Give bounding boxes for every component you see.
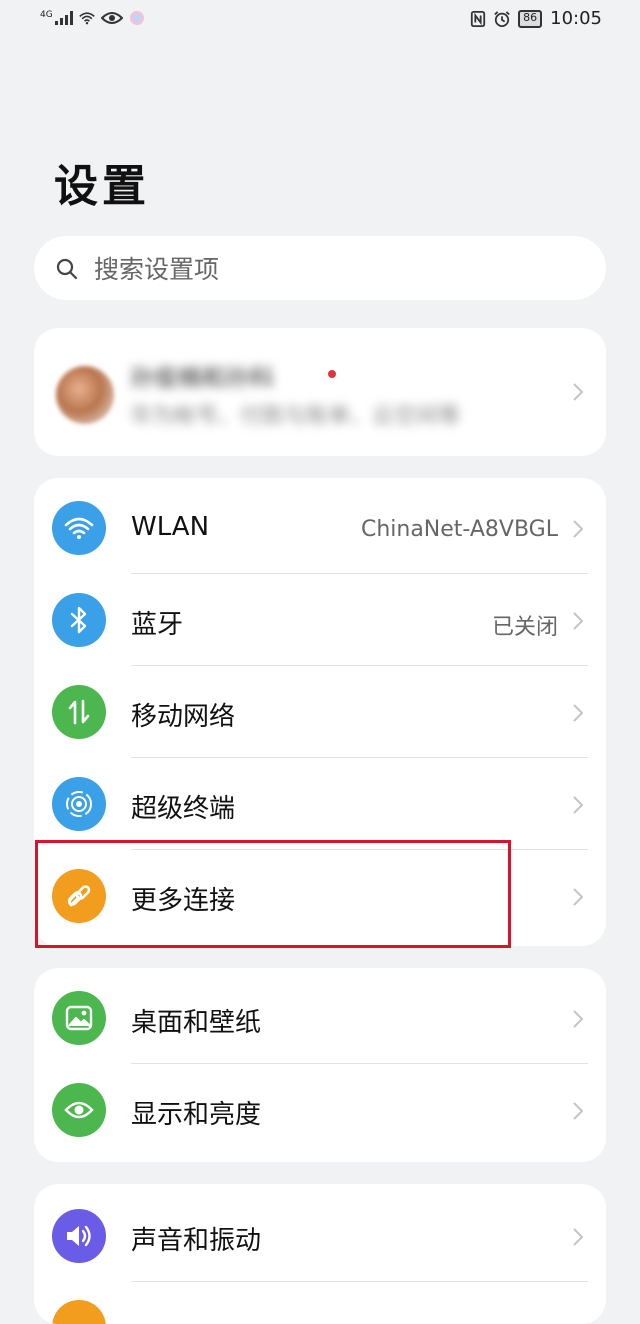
chevron-right-icon: [573, 704, 584, 722]
row-label: 蓝牙: [131, 610, 184, 640]
highlight-box: [35, 840, 511, 948]
chevron-right-icon: [573, 612, 584, 630]
row-value: ChinaNet-A8VBGL: [360, 517, 558, 542]
network-type: 4G: [40, 10, 53, 20]
settings-row-display[interactable]: 显示和亮度: [34, 1064, 606, 1156]
wallpaper-icon: [52, 991, 106, 1045]
super-device-icon: [52, 777, 106, 831]
wifi-icon: [52, 501, 106, 555]
chevron-right-icon: [573, 383, 584, 401]
chevron-right-icon: [573, 520, 584, 538]
nfc-icon: [471, 10, 486, 27]
row-label: 移动网络: [131, 702, 236, 732]
divider: [131, 1281, 588, 1282]
eye-comfort-icon: [100, 12, 123, 24]
battery-indicator: 86: [518, 9, 543, 28]
search-bar[interactable]: [34, 236, 606, 300]
chevron-right-icon: [573, 1010, 584, 1028]
search-input[interactable]: [92, 248, 576, 290]
alarm-icon: [494, 10, 510, 27]
app-notification-icon: [129, 11, 144, 25]
chevron-right-icon: [573, 796, 584, 814]
avatar: [56, 366, 114, 424]
row-label: 桌面和壁纸: [131, 1008, 262, 1038]
display-card: 桌面和壁纸 显示和亮度: [34, 968, 606, 1162]
settings-row-mobile-network[interactable]: 移动网络: [34, 666, 606, 758]
row-label: WLAN: [131, 512, 210, 542]
settings-row-super-device[interactable]: 超级终端: [34, 758, 606, 850]
search-icon: [56, 258, 78, 280]
row-value: 已关闭: [491, 615, 558, 640]
account-card[interactable]: 孙俊楠和孙科 华为帐号、付款与账单、云空间等: [34, 328, 606, 456]
status-right: 86 10:05: [470, 8, 602, 29]
chevron-right-icon: [573, 1102, 584, 1120]
next-item-icon: [52, 1300, 106, 1324]
settings-row-wlan[interactable]: WLAN ChinaNet-A8VBGL: [34, 482, 606, 574]
chevron-right-icon: [573, 1228, 584, 1246]
mobile-data-icon: [52, 685, 106, 739]
eye-icon: [52, 1083, 106, 1137]
account-name: 孙俊楠和孙科: [130, 364, 274, 392]
notification-dot: [328, 370, 336, 378]
page-title: 设置: [54, 161, 150, 212]
sound-card: 声音和振动: [34, 1184, 606, 1324]
signal-icon: [54, 11, 73, 25]
row-label: 声音和振动: [131, 1226, 262, 1256]
speaker-icon: [52, 1209, 106, 1263]
status-bar: 4G 86 10:05: [0, 0, 640, 40]
settings-row-wallpaper[interactable]: 桌面和壁纸: [34, 972, 606, 1064]
bluetooth-icon: [52, 593, 106, 647]
status-left: 4G: [40, 10, 145, 26]
account-subtitle: 华为帐号、付款与账单、云空间等: [130, 404, 461, 429]
row-label: 显示和亮度: [131, 1100, 262, 1130]
chevron-right-icon: [573, 888, 584, 906]
row-label: 超级终端: [131, 794, 236, 824]
settings-row-bluetooth[interactable]: 蓝牙 已关闭: [34, 574, 606, 666]
status-time: 10:05: [550, 8, 602, 29]
wifi-status-icon: [78, 12, 95, 25]
settings-row-sound[interactable]: 声音和振动: [34, 1190, 606, 1282]
